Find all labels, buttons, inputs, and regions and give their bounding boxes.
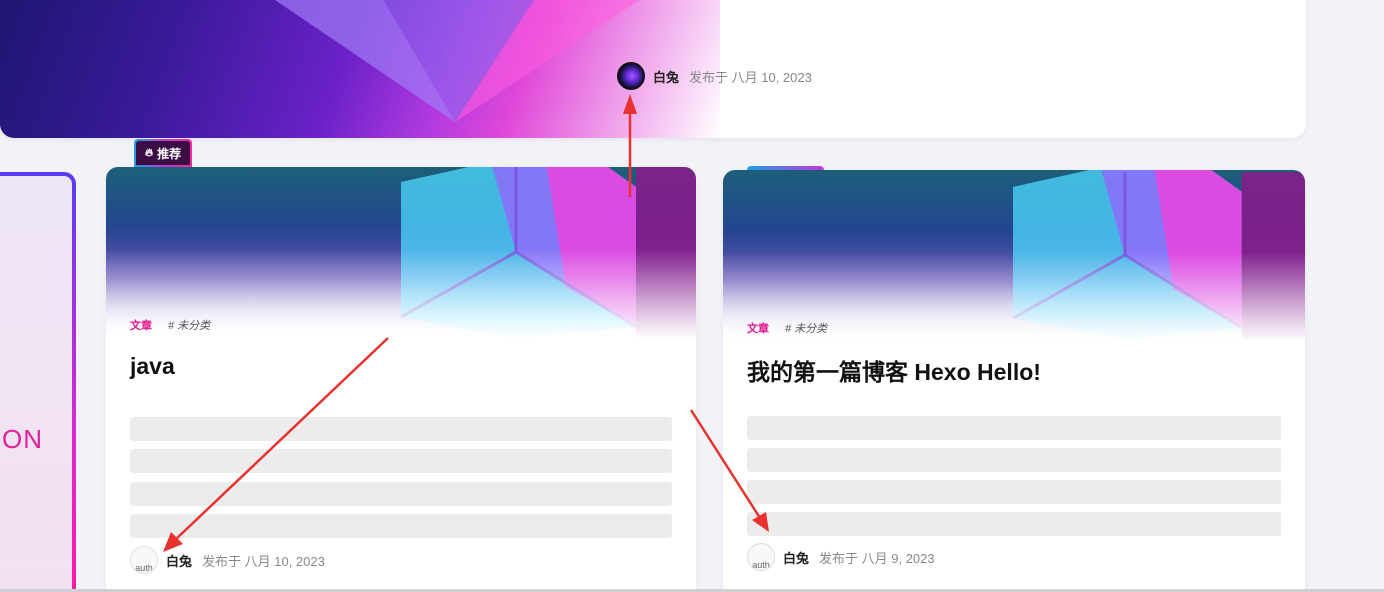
cover-geometric-art bbox=[1013, 170, 1305, 340]
excerpt-placeholder-line bbox=[747, 480, 1281, 504]
recommended-badge: 🔥︎ 推荐 bbox=[134, 139, 193, 167]
post-cover[interactable] bbox=[106, 167, 696, 339]
featured-post-cover[interactable] bbox=[0, 0, 720, 138]
excerpt-placeholder-line bbox=[747, 448, 1281, 472]
post-card[interactable]: 文章 # 未分类 java auth 白兔 发布于 八月 10, 2023 bbox=[106, 167, 696, 592]
avatar-alt-text: auth bbox=[135, 563, 153, 573]
recommended-badge-label: 推荐 bbox=[157, 146, 182, 161]
author-avatar[interactable] bbox=[617, 62, 645, 90]
avatar-alt-text: auth bbox=[752, 560, 770, 570]
post-tag[interactable]: # 未分类 bbox=[168, 317, 210, 333]
author-name[interactable]: 白兔 bbox=[166, 551, 192, 570]
author-name[interactable]: 白兔 bbox=[653, 67, 679, 86]
side-promo-card[interactable]: ON bbox=[0, 172, 76, 592]
excerpt-placeholder-line bbox=[747, 416, 1281, 440]
excerpt-placeholder-line bbox=[130, 514, 672, 538]
flame-icon: 🔥︎ bbox=[145, 146, 154, 159]
post-title[interactable]: java bbox=[130, 353, 175, 380]
excerpt-placeholder-line bbox=[747, 512, 1281, 536]
post-meta: auth 白兔 发布于 八月 9, 2023 bbox=[747, 543, 935, 571]
post-tags: 文章 # 未分类 bbox=[747, 320, 827, 336]
excerpt-placeholder-line bbox=[130, 449, 672, 473]
excerpt-placeholder-line bbox=[130, 482, 672, 506]
post-cover[interactable] bbox=[723, 170, 1305, 342]
cover-geometric-art bbox=[275, 0, 640, 122]
post-tags: 文章 # 未分类 bbox=[130, 317, 210, 333]
author-avatar[interactable]: auth bbox=[747, 543, 775, 571]
featured-post-meta: 白兔 发布于 八月 10, 2023 bbox=[617, 62, 812, 90]
post-card[interactable]: 文章 # 未分类 我的第一篇博客 Hexo Hello! auth 白兔 发布于… bbox=[723, 170, 1305, 592]
excerpt-placeholder-line bbox=[130, 417, 672, 441]
post-title[interactable]: 我的第一篇博客 Hexo Hello! bbox=[747, 353, 1041, 387]
post-category[interactable]: 文章 bbox=[130, 317, 152, 333]
post-date: 发布于 八月 10, 2023 bbox=[202, 553, 325, 569]
featured-post-card[interactable]: 白兔 发布于 八月 10, 2023 bbox=[0, 0, 1306, 138]
side-promo-text: ON bbox=[2, 424, 43, 454]
post-date: 发布于 八月 9, 2023 bbox=[819, 550, 935, 566]
author-avatar[interactable]: auth bbox=[130, 546, 158, 574]
post-category[interactable]: 文章 bbox=[747, 320, 769, 336]
post-tag[interactable]: # 未分类 bbox=[785, 320, 827, 336]
author-name[interactable]: 白兔 bbox=[783, 548, 809, 567]
cover-geometric-art bbox=[400, 167, 696, 339]
post-date: 发布于 八月 10, 2023 bbox=[689, 69, 812, 85]
post-meta: auth 白兔 发布于 八月 10, 2023 bbox=[130, 546, 325, 574]
